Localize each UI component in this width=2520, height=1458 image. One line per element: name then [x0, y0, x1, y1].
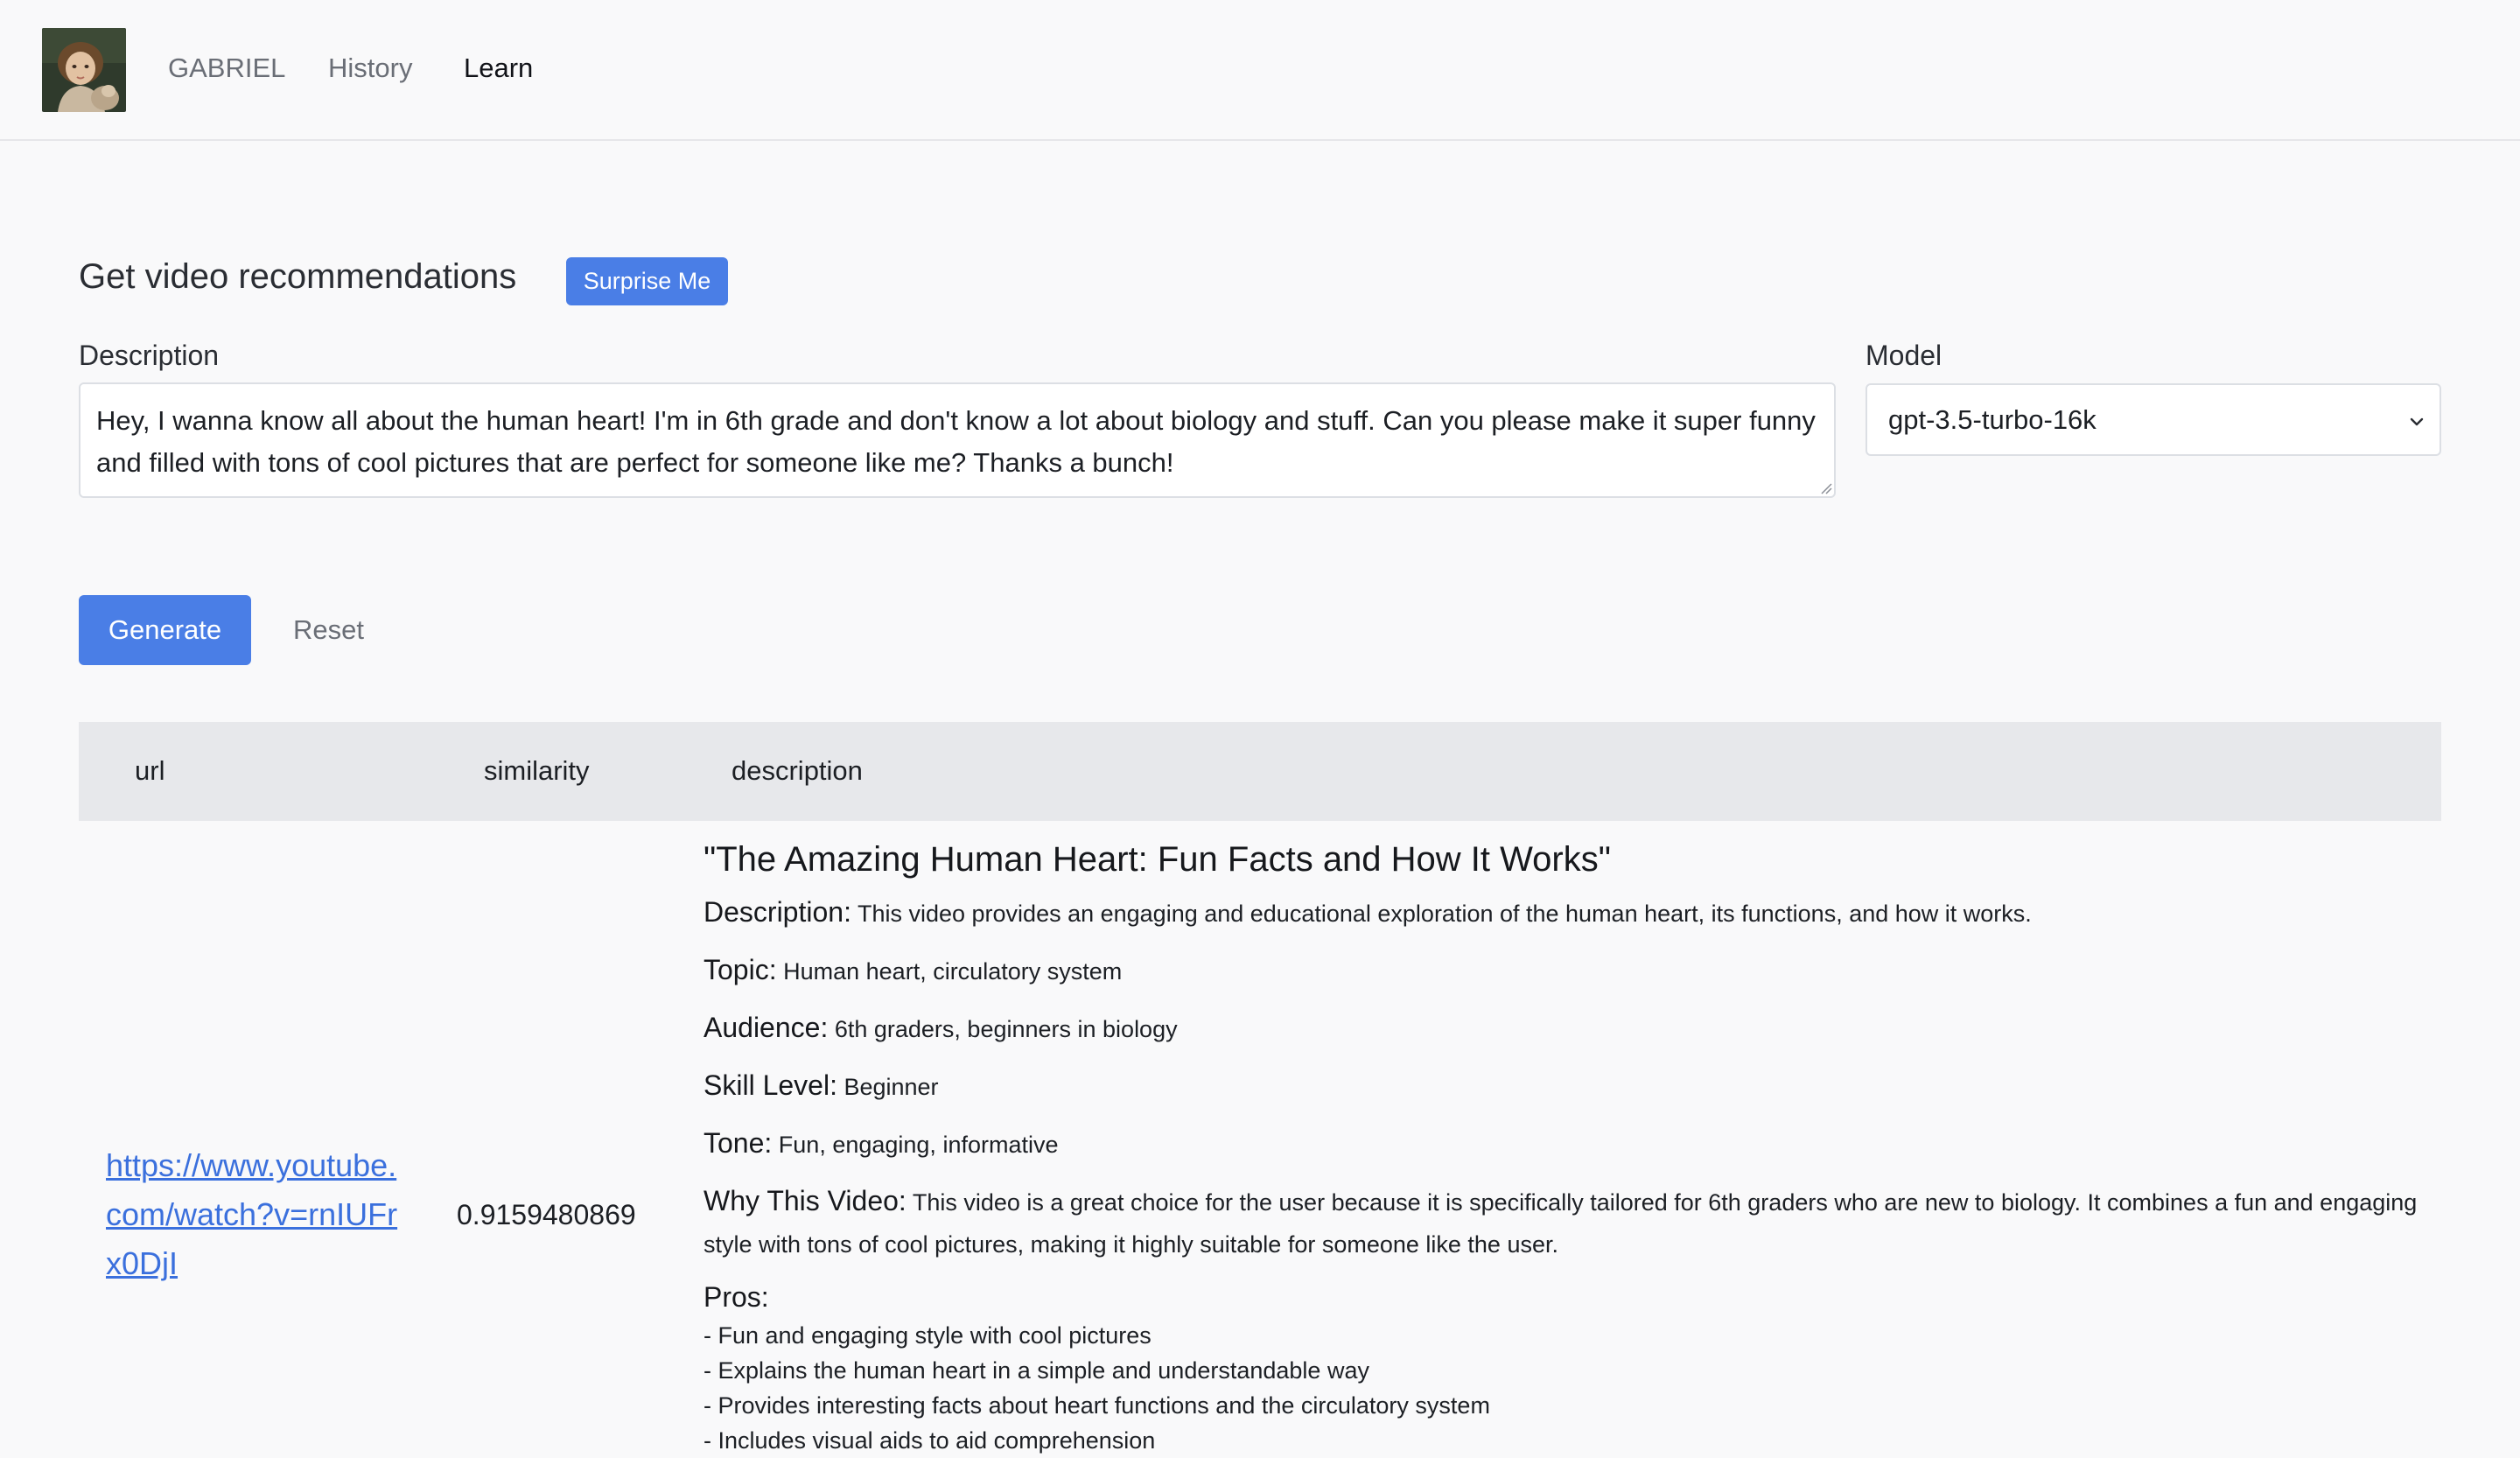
- field-key: Tone:: [704, 1127, 773, 1159]
- pros-item: - Includes visual aids to aid comprehens…: [704, 1427, 1156, 1454]
- field-value: 6th graders, beginners in biology: [834, 1016, 1178, 1042]
- model-selected-value: gpt-3.5-turbo-16k: [1888, 404, 2096, 435]
- nav-brand[interactable]: GABRIEL: [168, 51, 285, 86]
- field-value: This video provides an engaging and educ…: [857, 901, 2032, 927]
- field-topic: Topic: Human heart, circulatory system: [704, 949, 2441, 992]
- column-header-url: url: [135, 755, 165, 786]
- pros-item: - Explains the human heart in a simple a…: [704, 1357, 1369, 1384]
- field-key: Audience:: [704, 1012, 829, 1043]
- model-label: Model: [1866, 340, 1942, 371]
- pros-label: Pros:: [704, 1281, 769, 1313]
- column-header-similarity: similarity: [484, 755, 590, 786]
- field-value: This video is a great choice for the use…: [704, 1189, 2418, 1258]
- surprise-me-button[interactable]: Surprise Me: [566, 257, 728, 305]
- field-key: Topic:: [704, 954, 777, 985]
- video-url-link[interactable]: https://www.youtube.com/watch?v=rnIUFrx0…: [106, 1141, 403, 1288]
- field-key: Skill Level:: [704, 1069, 837, 1101]
- avatar[interactable]: [42, 28, 126, 112]
- generate-button[interactable]: Generate: [79, 595, 251, 665]
- nav-learn[interactable]: Learn: [464, 51, 533, 86]
- description-label: Description: [79, 340, 220, 371]
- field-skill-level: Skill Level: Beginner: [704, 1064, 2441, 1108]
- video-description-cell: "The Amazing Human Heart: Fun Facts and …: [704, 835, 2441, 1458]
- description-textarea[interactable]: Hey, I wanna know all about the human he…: [79, 382, 1836, 498]
- chevron-down-icon: [2410, 417, 2424, 426]
- field-key: Description:: [704, 896, 851, 928]
- results-table-header: url similarity description: [79, 722, 2441, 821]
- top-nav: GABRIEL History Learn: [0, 0, 2520, 141]
- field-audience: Audience: 6th graders, beginners in biol…: [704, 1006, 2441, 1050]
- column-header-description: description: [732, 755, 863, 786]
- page-title: Get video recommendations: [79, 257, 517, 296]
- field-key: Why This Video:: [704, 1185, 906, 1216]
- video-title: "The Amazing Human Heart: Fun Facts and …: [704, 840, 1611, 879]
- reset-button[interactable]: Reset: [293, 613, 364, 648]
- field-description: Description: This video provides an enga…: [704, 891, 2441, 935]
- field-why-this-video: Why This Video: This video is a great ch…: [704, 1180, 2441, 1265]
- pros-item: - Fun and engaging style with cool pictu…: [704, 1322, 1152, 1349]
- similarity-score: 0.9159480869: [457, 1199, 636, 1230]
- nav-history[interactable]: History: [328, 51, 412, 86]
- field-value: Human heart, circulatory system: [783, 958, 1123, 985]
- field-tone: Tone: Fun, engaging, informative: [704, 1122, 2441, 1166]
- pros-item: - Provides interesting facts about heart…: [704, 1392, 1490, 1419]
- model-select[interactable]: gpt-3.5-turbo-16k: [1866, 383, 2441, 456]
- field-value: Fun, engaging, informative: [778, 1132, 1059, 1158]
- resize-grip-icon[interactable]: [1820, 482, 1832, 494]
- field-value: Beginner: [844, 1074, 939, 1100]
